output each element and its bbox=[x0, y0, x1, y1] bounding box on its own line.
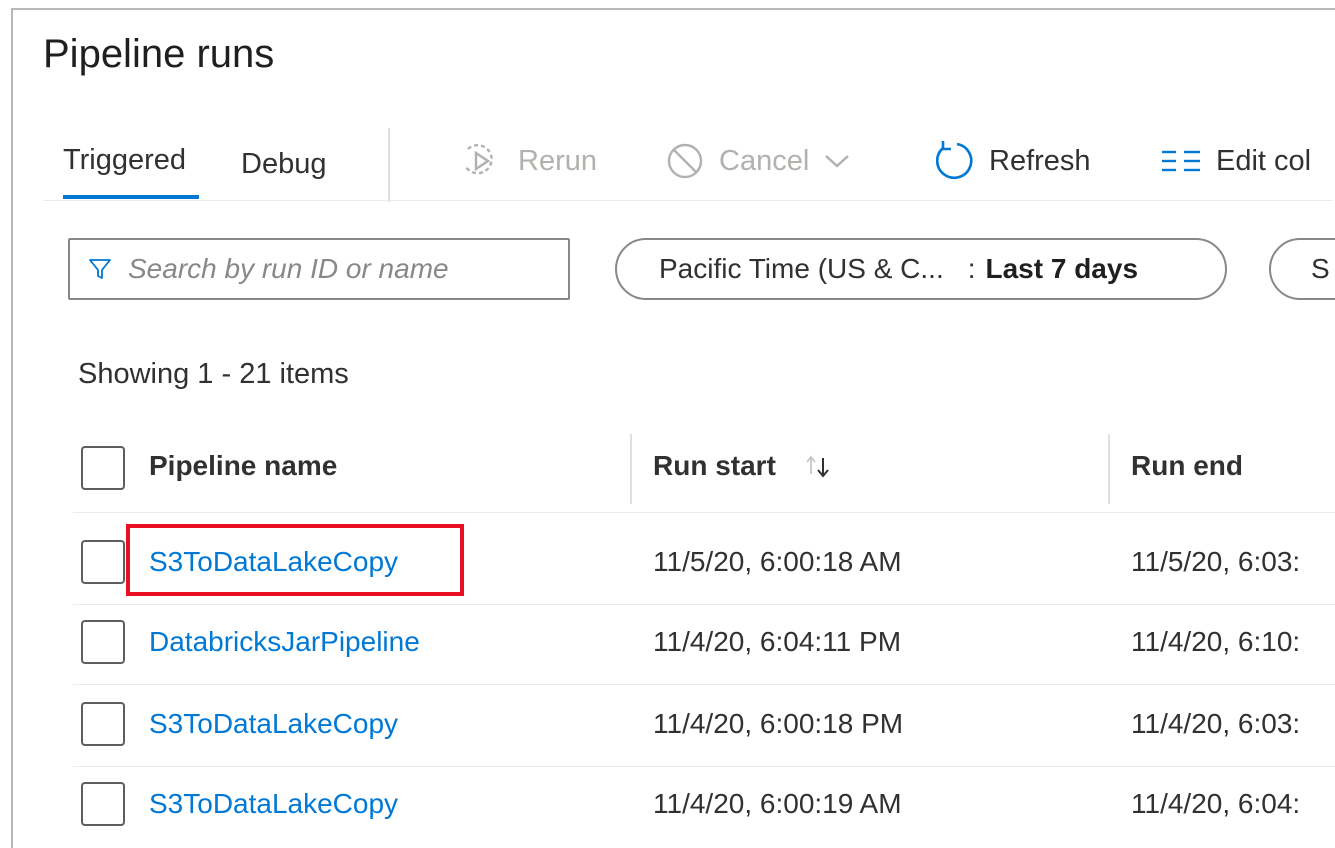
columns-icon bbox=[1160, 148, 1202, 174]
column-header-run-start[interactable]: Run start bbox=[653, 450, 776, 482]
run-start-cell: 11/5/20, 6:00:18 AM bbox=[653, 546, 902, 577]
row-checkbox[interactable] bbox=[81, 540, 125, 584]
pipeline-name-link[interactable]: S3ToDataLakeCopy bbox=[149, 788, 398, 820]
edit-columns-button[interactable]: Edit col bbox=[1160, 136, 1311, 186]
run-start-cell: 11/4/20, 6:04:11 PM bbox=[653, 626, 902, 657]
refresh-icon bbox=[931, 139, 975, 183]
cancel-icon bbox=[665, 141, 705, 181]
row-checkbox[interactable] bbox=[81, 702, 125, 746]
filter-funnel-icon bbox=[88, 257, 112, 281]
tab-debug[interactable]: Debug bbox=[241, 148, 326, 181]
run-end-cell: 11/4/20, 6:04: bbox=[1131, 788, 1301, 819]
row-divider bbox=[73, 604, 1335, 605]
pipeline-name-link[interactable]: S3ToDataLakeCopy bbox=[149, 708, 398, 740]
time-range-value: Last 7 days bbox=[985, 253, 1139, 284]
pipeline-runs-panel: Pipeline runs Triggered Debug Rerun Canc… bbox=[11, 8, 1335, 848]
toolbar-divider bbox=[388, 128, 390, 202]
chevron-down-icon[interactable] bbox=[823, 151, 851, 171]
active-tab-indicator bbox=[63, 195, 199, 199]
edit-columns-label: Edit col bbox=[1216, 144, 1312, 177]
row-divider bbox=[73, 766, 1335, 767]
run-start-cell: 11/4/20, 6:00:18 PM bbox=[653, 708, 904, 739]
column-header-pipeline-name[interactable]: Pipeline name bbox=[149, 450, 337, 482]
column-separator[interactable] bbox=[1108, 434, 1110, 504]
row-checkbox[interactable] bbox=[81, 620, 125, 664]
rerun-button[interactable]: Rerun bbox=[458, 136, 597, 186]
run-end-cell: 11/5/20, 6:03: bbox=[1131, 546, 1301, 577]
cancel-label: Cancel bbox=[719, 144, 810, 177]
search-input[interactable] bbox=[126, 252, 550, 286]
cancel-button[interactable]: Cancel bbox=[665, 136, 851, 186]
row-divider bbox=[73, 684, 1335, 685]
highlight-box bbox=[126, 524, 464, 596]
time-range-filter[interactable]: Pacific Time (US & C... : Last 7 days bbox=[615, 238, 1227, 300]
filter-separator: : bbox=[967, 253, 976, 284]
refresh-button[interactable]: Refresh bbox=[931, 136, 1091, 186]
row-checkbox[interactable] bbox=[81, 782, 125, 826]
rerun-icon bbox=[458, 141, 504, 181]
timezone-label: Pacific Time (US & C... bbox=[659, 253, 944, 284]
column-header-run-end[interactable]: Run end bbox=[1131, 450, 1243, 482]
column-separator[interactable] bbox=[630, 434, 632, 504]
select-all-checkbox[interactable] bbox=[81, 446, 125, 490]
status-filter[interactable]: S bbox=[1269, 238, 1335, 300]
sort-arrows-icon[interactable] bbox=[803, 452, 831, 487]
tab-triggered[interactable]: Triggered bbox=[63, 144, 186, 177]
run-start-cell: 11/4/20, 6:00:19 AM bbox=[653, 788, 902, 819]
toolbar-rule bbox=[43, 200, 1333, 201]
run-end-cell: 11/4/20, 6:10: bbox=[1131, 626, 1301, 657]
rerun-label: Rerun bbox=[518, 144, 597, 177]
items-count: Showing 1 - 21 items bbox=[78, 358, 349, 390]
refresh-label: Refresh bbox=[989, 144, 1091, 177]
run-end-cell: 11/4/20, 6:03: bbox=[1131, 708, 1301, 739]
page-title: Pipeline runs bbox=[43, 32, 275, 76]
header-row-divider bbox=[73, 512, 1335, 513]
search-box[interactable] bbox=[68, 238, 570, 300]
status-filter-label: S bbox=[1311, 253, 1330, 284]
pipeline-name-link[interactable]: DatabricksJarPipeline bbox=[149, 626, 420, 658]
